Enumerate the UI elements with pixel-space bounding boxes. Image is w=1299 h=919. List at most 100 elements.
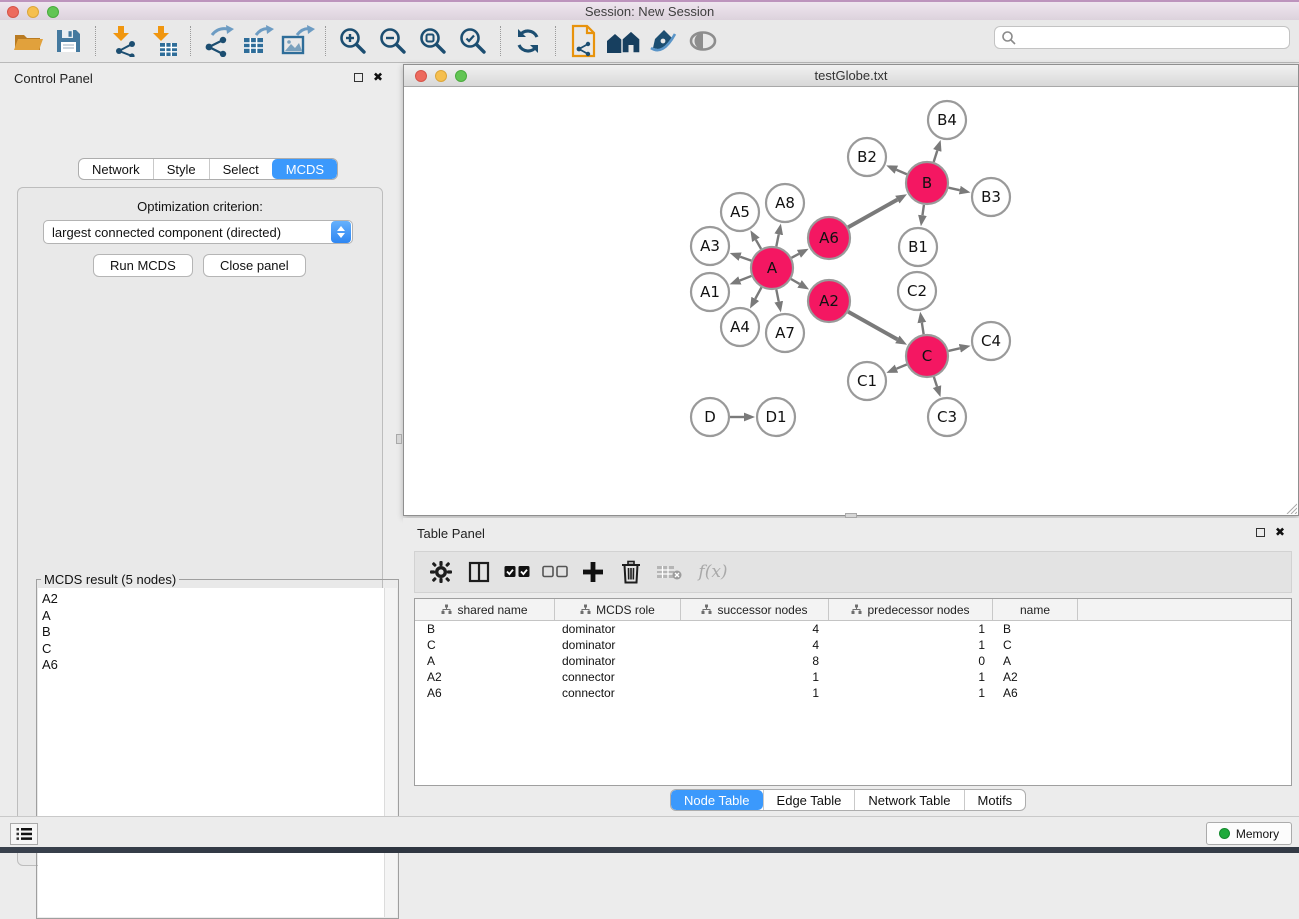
zoom-in-button[interactable] [333, 23, 373, 59]
save-session-button[interactable] [48, 23, 88, 59]
zoom-out-button[interactable] [373, 23, 413, 59]
cell[interactable]: A6 [993, 686, 1078, 700]
cell[interactable]: 1 [681, 686, 829, 700]
cell[interactable]: connector [555, 670, 681, 684]
cell[interactable]: A [415, 654, 555, 668]
cell[interactable]: dominator [555, 654, 681, 668]
new-session-button[interactable] [563, 23, 603, 59]
optimization-criterion-dropdown[interactable]: largest connected component (directed) [43, 220, 353, 244]
tab-motifs[interactable]: Motifs [964, 790, 1026, 810]
cell[interactable]: A [993, 654, 1078, 668]
cell[interactable]: A2 [993, 670, 1078, 684]
column-header-successor-nodes[interactable]: successor nodes [681, 599, 829, 620]
edge-A-A1[interactable] [740, 276, 752, 281]
tab-style[interactable]: Style [153, 159, 209, 179]
close-panel-button[interactable]: Close panel [203, 254, 306, 277]
node-B3[interactable]: B3 [972, 178, 1010, 216]
show-hide-panel-button[interactable] [683, 23, 723, 59]
float-panel-icon[interactable] [1256, 528, 1265, 537]
table-row[interactable]: Bdominator41B [415, 621, 1291, 637]
cell[interactable]: 1 [829, 622, 993, 636]
cell[interactable]: C [415, 638, 555, 652]
edge-B-B3[interactable] [948, 188, 959, 190]
search-input[interactable] [1017, 27, 1289, 48]
cell[interactable]: connector [555, 686, 681, 700]
edge-C-C2[interactable] [922, 323, 924, 335]
node-D1[interactable]: D1 [757, 398, 795, 436]
column-header-predecessor-nodes[interactable]: predecessor nodes [829, 599, 993, 620]
edge-B-B1[interactable] [922, 205, 923, 216]
mcds-result-item[interactable]: A6 [42, 657, 397, 674]
cell[interactable]: B [415, 622, 555, 636]
cell[interactable]: B [993, 622, 1078, 636]
edge-A-A6[interactable] [791, 254, 798, 258]
node-C[interactable]: C [906, 335, 948, 377]
node-B4[interactable]: B4 [928, 101, 966, 139]
tab-node-table[interactable]: Node Table [671, 790, 763, 810]
edge-C-C4[interactable] [948, 348, 959, 351]
network-canvas[interactable]: AA1A2A3A4A5A6A7A8BB1B2B3B4CC1C2C3C4DD1 [404, 87, 1298, 515]
cell[interactable]: 4 [681, 638, 829, 652]
cell[interactable]: A6 [415, 686, 555, 700]
tab-network[interactable]: Network [79, 159, 153, 179]
cell[interactable]: 1 [829, 686, 993, 700]
select-all-columns-button[interactable] [501, 555, 533, 589]
edge-C-C3[interactable] [934, 377, 937, 387]
network-window-titlebar[interactable]: testGlobe.txt [404, 65, 1298, 87]
run-mcds-button[interactable]: Run MCDS [93, 254, 193, 277]
node-A2[interactable]: A2 [808, 280, 850, 322]
table-settings-button[interactable] [425, 555, 457, 589]
splitter-handle[interactable] [396, 434, 402, 444]
node-A7[interactable]: A7 [766, 314, 804, 352]
mcds-result-list[interactable]: A2ABCA6 [38, 588, 397, 917]
edge-A-A7[interactable] [776, 290, 778, 302]
column-header-name[interactable]: name [993, 599, 1078, 620]
node-A8[interactable]: A8 [766, 184, 804, 222]
mcds-result-item[interactable]: B [42, 624, 397, 641]
task-history-button[interactable] [10, 823, 38, 845]
import-network-button[interactable] [103, 23, 143, 59]
cell[interactable]: 8 [681, 654, 829, 668]
edge-C-C1[interactable] [897, 364, 907, 368]
mcds-result-scrollbar[interactable] [384, 588, 397, 917]
delete-table-button[interactable] [653, 555, 685, 589]
zoom-selected-button[interactable] [453, 23, 493, 59]
export-image-button[interactable] [278, 23, 318, 59]
node-A3[interactable]: A3 [691, 227, 729, 265]
cell[interactable]: dominator [555, 638, 681, 652]
edge-A-A3[interactable] [740, 257, 751, 261]
add-column-button[interactable] [577, 555, 609, 589]
table-row[interactable]: A2connector11A2 [415, 669, 1291, 685]
column-browser-button[interactable] [463, 555, 495, 589]
tab-mcds[interactable]: MCDS [272, 159, 337, 179]
node-B2[interactable]: B2 [848, 138, 886, 176]
mcds-result-item[interactable]: A [42, 608, 397, 625]
node-A5[interactable]: A5 [721, 193, 759, 231]
table-row[interactable]: A6connector11A6 [415, 685, 1291, 701]
cell[interactable]: 1 [829, 638, 993, 652]
edge-A-A2[interactable] [791, 279, 800, 284]
memory-button[interactable]: Memory [1206, 822, 1292, 845]
node-B1[interactable]: B1 [899, 228, 937, 266]
edge-A-A4[interactable] [755, 287, 761, 299]
close-panel-icon[interactable]: ✖ [1275, 527, 1285, 538]
node-A[interactable]: A [751, 247, 793, 289]
cell[interactable]: 4 [681, 622, 829, 636]
close-panel-icon[interactable]: ✖ [373, 72, 383, 83]
annotation-mode-button[interactable] [643, 23, 683, 59]
deselect-all-columns-button[interactable] [539, 555, 571, 589]
table-row[interactable]: Adominator80A [415, 653, 1291, 669]
node-table[interactable]: shared nameMCDS rolesuccessor nodesprede… [414, 598, 1292, 786]
edge-A-A8[interactable] [776, 234, 778, 246]
cell[interactable]: C [993, 638, 1078, 652]
node-B[interactable]: B [906, 162, 948, 204]
reset-view-button[interactable] [603, 23, 643, 59]
node-C3[interactable]: C3 [928, 398, 966, 436]
tab-network-table[interactable]: Network Table [854, 790, 963, 810]
edge-A-A5[interactable] [756, 240, 761, 249]
edge-A6-B[interactable] [848, 200, 897, 228]
node-C1[interactable]: C1 [848, 362, 886, 400]
node-D[interactable]: D [691, 398, 729, 436]
open-file-button[interactable] [8, 23, 48, 59]
cell[interactable]: 1 [829, 670, 993, 684]
